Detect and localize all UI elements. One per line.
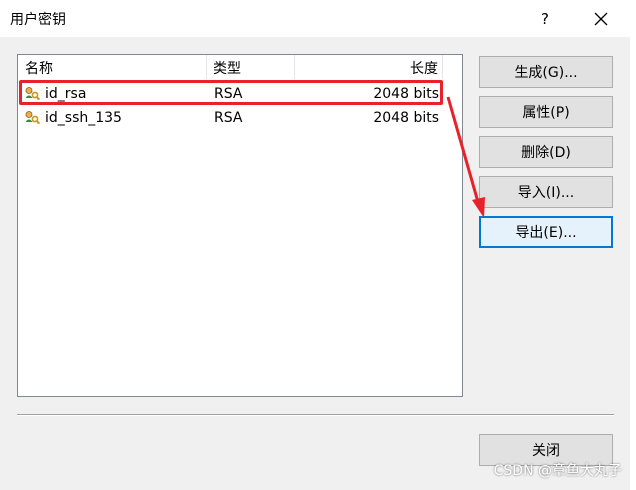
watermark: CSDN @章鱼大丸子: [493, 463, 622, 479]
column-header-name[interactable]: 名称: [18, 55, 207, 79]
generate-button[interactable]: 生成(G)...: [479, 56, 613, 88]
import-button[interactable]: 导入(I)...: [479, 176, 613, 208]
user-keys-dialog: 用户密钥 ? 名称 类型 长度 id_rsa RSA 2048 bits id_…: [0, 0, 636, 490]
help-button[interactable]: ?: [522, 0, 568, 37]
key-length: 2048 bits: [373, 110, 439, 126]
delete-button[interactable]: 删除(D): [479, 136, 613, 168]
dialog-title: 用户密钥: [10, 12, 66, 28]
key-user-icon: [25, 111, 40, 125]
column-header-filler: [443, 55, 462, 79]
export-button[interactable]: 导出(E)...: [479, 216, 613, 248]
key-list[interactable]: 名称 类型 长度 id_rsa RSA 2048 bits id_ssh_135…: [17, 54, 463, 397]
title-bar: 用户密钥 ?: [0, 0, 636, 37]
selection-highlight-box: [19, 80, 443, 105]
separator-line: [17, 414, 614, 416]
properties-button[interactable]: 属性(P): [479, 96, 613, 128]
key-type: RSA: [214, 110, 243, 126]
key-name: id_ssh_135: [45, 110, 122, 126]
column-header-type[interactable]: 类型: [207, 55, 295, 79]
window-edge: [630, 0, 636, 490]
list-item[interactable]: id_ssh_135 RSA 2048 bits: [19, 107, 443, 129]
column-header-length[interactable]: 长度: [295, 55, 443, 79]
close-window-button[interactable]: [578, 0, 624, 37]
close-icon: [594, 12, 608, 25]
list-header: 名称 类型 长度: [18, 55, 462, 79]
